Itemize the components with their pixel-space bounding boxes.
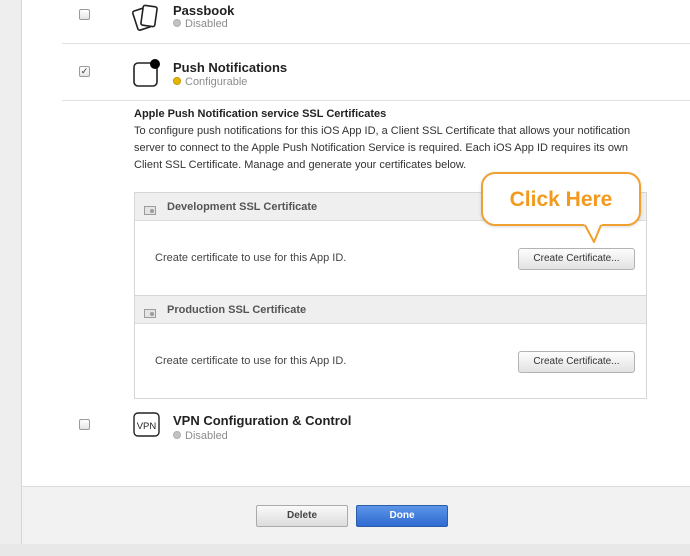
push-notifications-checkbox[interactable]: ✓ [79, 66, 90, 77]
done-button[interactable]: Done [356, 505, 448, 527]
production-cert-header: Production SSL Certificate [135, 296, 646, 324]
vpn-checkbox[interactable] [79, 419, 90, 430]
push-notifications-status-label: Configurable [185, 76, 248, 88]
create-development-certificate-button[interactable]: Create Certificate... [518, 248, 635, 270]
production-cert-body: Create certificate to use for this App I… [135, 324, 646, 398]
vpn-icon-text: VPN [137, 421, 157, 432]
development-cert-text: Create certificate to use for this App I… [155, 252, 347, 264]
divider [62, 100, 690, 101]
vpn-status-label: Disabled [185, 430, 228, 442]
delete-button[interactable]: Delete [256, 505, 348, 527]
certificate-icon [144, 202, 156, 220]
click-here-callout: Click Here [481, 172, 641, 226]
ssl-description: To configure push notifications for this… [134, 125, 631, 171]
vpn-status: Disabled [173, 430, 228, 442]
app-id-settings-panel: Passbook Disabled ✓ Push Notifications C… [21, 0, 690, 545]
status-dot-icon [173, 431, 181, 439]
passbook-checkbox[interactable] [79, 9, 90, 20]
passbook-icon [131, 3, 163, 38]
callout-text: Click Here [509, 188, 613, 211]
create-production-certificate-button[interactable]: Create Certificate... [518, 351, 635, 373]
passbook-title: Passbook [173, 3, 235, 18]
status-dot-icon [173, 77, 181, 85]
vpn-icon: VPN [133, 412, 161, 443]
status-dot-icon [173, 19, 181, 27]
divider [62, 43, 690, 44]
bottom-strip [0, 544, 690, 556]
ssl-heading: Apple Push Notification service SSL Cert… [134, 108, 387, 120]
passbook-status: Disabled [173, 18, 228, 30]
footer-bar: Delete Done [22, 486, 690, 545]
development-cert-title: Development SSL Certificate [167, 201, 318, 213]
passbook-status-label: Disabled [185, 18, 228, 30]
development-cert-body: Create certificate to use for this App I… [135, 221, 646, 295]
vpn-title: VPN Configuration & Control [173, 413, 352, 428]
push-notifications-status: Configurable [173, 76, 247, 88]
callout-pointer-icon [584, 224, 602, 243]
certificate-icon [144, 305, 156, 323]
production-cert-title: Production SSL Certificate [167, 304, 307, 316]
push-notifications-title: Push Notifications [173, 60, 288, 75]
push-notifications-icon [132, 58, 162, 93]
production-cert-text: Create certificate to use for this App I… [155, 355, 347, 367]
production-ssl-certificate-box: Production SSL Certificate Create certif… [134, 295, 647, 399]
